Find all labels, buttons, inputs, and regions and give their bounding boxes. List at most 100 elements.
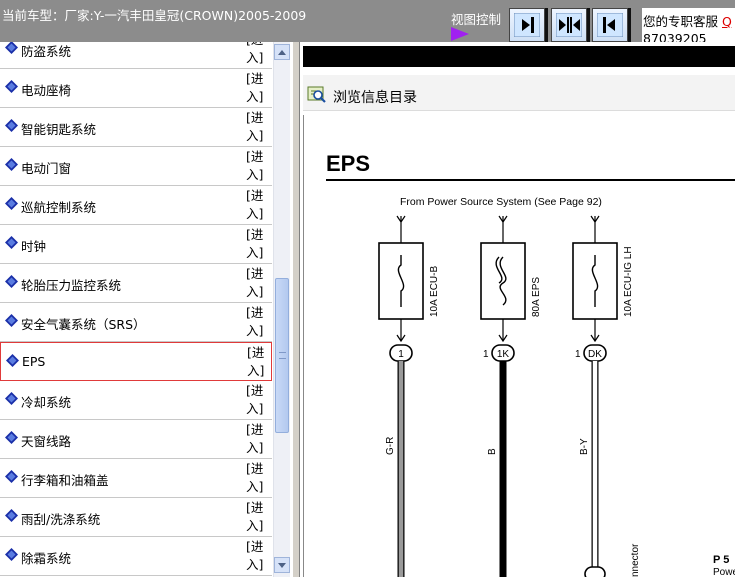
enter-link[interactable]: [进入] <box>246 148 270 184</box>
list-item-label[interactable]: EPS <box>22 354 45 369</box>
diamond-bullet-icon <box>5 80 18 93</box>
list-item[interactable]: 天窗线路 [进入] <box>0 420 272 459</box>
wire-color-label: B-Y <box>579 438 590 455</box>
diamond-bullet-icon <box>5 197 18 210</box>
source-note: From Power Source System (See Page 92) <box>400 196 602 208</box>
list-item-label[interactable]: 安全气囊系统（SRS） <box>21 314 146 333</box>
enter-link[interactable]: [进入] <box>246 265 270 301</box>
pin-number: 1 <box>483 349 489 360</box>
list-item-label[interactable]: 冷却系统 <box>21 392 71 411</box>
split-arrows-icon <box>556 13 582 37</box>
list-item-label[interactable]: 天窗线路 <box>21 431 71 450</box>
enter-link[interactable]: [进入] <box>246 70 270 106</box>
grip-icon <box>279 352 286 359</box>
panel-splitter[interactable] <box>292 42 300 577</box>
list-item[interactable]: EPS [进入] <box>0 342 272 381</box>
list-item-label[interactable]: 防盗系统 <box>21 42 71 60</box>
enter-link[interactable]: [进入] <box>246 421 270 457</box>
service-phone: 87039205 <box>643 31 707 42</box>
content-toolbar <box>303 46 735 67</box>
fuse-column: 10A ECU-IG LH DK 1 B-Y <box>572 215 634 577</box>
list-item-label[interactable]: 巡航控制系统 <box>21 197 96 216</box>
diamond-bullet-icon <box>5 548 18 561</box>
fuse-box <box>572 242 618 320</box>
list-item[interactable]: 除霜系统 [进入] <box>0 537 272 576</box>
list-item-label[interactable]: 雨刮/洗涤系统 <box>21 509 100 528</box>
view-control-label: 视图控制 <box>451 12 502 27</box>
top-bar: 当前车型：厂家:Y-一汽丰田皇冠(CROWN)2005-2009 视图控制 您的… <box>0 0 735 42</box>
scroll-down-button[interactable] <box>274 557 290 573</box>
play-icon[interactable] <box>451 27 469 41</box>
enter-link[interactable]: [进入] <box>246 42 270 67</box>
diamond-bullet-icon <box>5 509 18 522</box>
bottom-connector-oval <box>584 566 606 577</box>
split-center-button[interactable] <box>551 8 587 42</box>
service-link[interactable]: Q <box>722 14 732 29</box>
diamond-bullet-icon <box>5 236 18 249</box>
diamond-bullet-icon <box>5 119 18 132</box>
list-item-label[interactable]: 智能钥匙系统 <box>21 119 96 138</box>
fuse-label: 10A ECU-IG LH <box>623 246 634 317</box>
list-item[interactable]: 雨刮/洗涤系统 [进入] <box>0 498 272 537</box>
wire-color-label: B <box>487 448 498 455</box>
system-list: 防盗系统[进入]电动座椅[进入]智能钥匙系统[进入]电动门窗[进入]巡航控制系统… <box>0 42 272 576</box>
list-item[interactable]: 电动座椅 [进入] <box>0 69 272 108</box>
list-item[interactable]: 冷却系统 [进入] <box>0 381 272 420</box>
list-item[interactable]: 防盗系统 [进入] <box>0 42 272 69</box>
list-item[interactable]: 电动门窗 [进入] <box>0 147 272 186</box>
fuse-label: 10A ECU-B <box>429 266 440 317</box>
page-sub: Powe <box>713 567 735 577</box>
enter-link[interactable]: [进入] <box>246 499 270 535</box>
fuse-box <box>378 242 424 320</box>
connector-code: DK <box>588 349 602 360</box>
enter-link[interactable]: [进入] <box>246 304 270 340</box>
diamond-bullet-icon <box>5 470 18 483</box>
wiring-diagram-svg: EPS From Power Source System (See Page 9… <box>326 151 735 577</box>
list-item[interactable]: 时钟 [进入] <box>0 225 272 264</box>
enter-link[interactable]: [进入] <box>246 109 270 145</box>
scroll-thumb[interactable] <box>275 278 289 433</box>
connector-code: 1K <box>497 349 510 360</box>
fuse-column: 10A ECU-B 1 G-R <box>378 215 440 577</box>
page-label: P 5 <box>713 554 729 566</box>
fuse-group: 10A ECU-B1G-R80A EPS1K1B10A ECU-IG LHDK1… <box>378 215 634 577</box>
scroll-up-button[interactable] <box>274 44 290 60</box>
enter-link[interactable]: [进入] <box>246 382 270 418</box>
diamond-bullet-icon <box>5 42 18 54</box>
dock-right-button[interactable] <box>509 8 545 42</box>
vehicle-info: 当前车型：厂家:Y-一汽丰田皇冠(CROWN)2005-2009 <box>2 8 307 23</box>
browse-catalog-label[interactable]: 浏览信息目录 <box>333 87 417 107</box>
list-item[interactable]: 智能钥匙系统 [进入] <box>0 108 272 147</box>
enter-link[interactable]: [进入] <box>246 460 270 496</box>
list-item-label[interactable]: 轮胎压力监控系统 <box>21 275 121 294</box>
list-item[interactable]: 巡航控制系统 [进入] <box>0 186 272 225</box>
pin-number: 1 <box>575 349 581 360</box>
fuse-box <box>480 242 526 320</box>
list-item-label[interactable]: 时钟 <box>21 236 46 255</box>
list-item-label[interactable]: 行李箱和油箱盖 <box>21 470 109 489</box>
diamond-bullet-icon <box>5 392 18 405</box>
list-item-label[interactable]: 电动座椅 <box>21 80 71 99</box>
list-item-label[interactable]: 除霜系统 <box>21 548 71 567</box>
browse-catalog-icon <box>307 86 326 103</box>
content-panel: 浏览信息目录 EPS From Power Source System (See… <box>300 42 735 577</box>
wiring-diagram: EPS From Power Source System (See Page 9… <box>303 115 735 577</box>
dock-left-button[interactable] <box>592 8 628 42</box>
customer-service-box: 您的专职客服 Q 87039205 <box>642 8 735 42</box>
diamond-bullet-icon <box>5 314 18 327</box>
browse-catalog-row[interactable]: 浏览信息目录 <box>303 75 735 111</box>
list-scrollbar[interactable] <box>273 42 290 577</box>
enter-link[interactable]: [进入] <box>246 226 270 262</box>
list-item-label[interactable]: 电动门窗 <box>21 158 71 177</box>
list-item[interactable]: 轮胎压力监控系统 [进入] <box>0 264 272 303</box>
connector-note: nnector <box>630 543 641 577</box>
arrow-left-bar-icon <box>597 13 623 37</box>
diamond-bullet-icon <box>6 354 19 367</box>
enter-link[interactable]: [进入] <box>247 344 271 380</box>
list-item[interactable]: 行李箱和油箱盖 [进入] <box>0 459 272 498</box>
arrow-right-bar-icon <box>514 13 540 37</box>
enter-link[interactable]: [进入] <box>246 187 270 223</box>
enter-link[interactable]: [进入] <box>246 538 270 574</box>
list-item[interactable]: 安全气囊系统（SRS） [进入] <box>0 303 272 342</box>
diamond-bullet-icon <box>5 431 18 444</box>
